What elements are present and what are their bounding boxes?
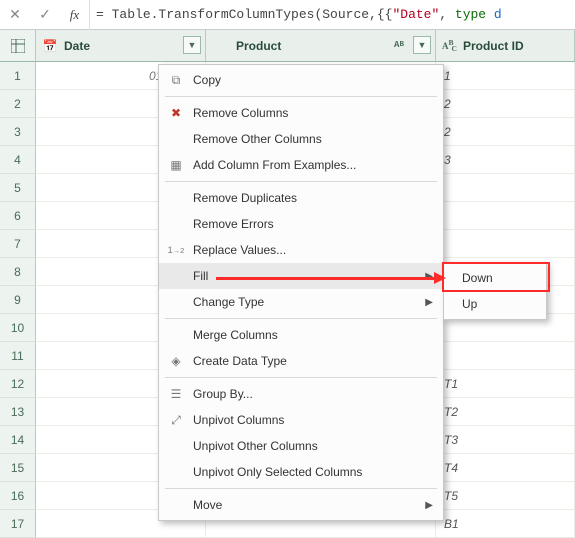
formula-bar: ✕ ✓ fx = Table.TransformColumnTypes(Sour… xyxy=(0,0,575,30)
submenu-arrow-icon: ▶ xyxy=(425,297,433,308)
row-header[interactable]: 12 xyxy=(0,370,36,398)
menu-unpivot-other-columns[interactable]: Unpivot Other Columns xyxy=(159,433,443,459)
text-type-icon: ABC xyxy=(442,38,459,54)
column-header-product[interactable]: AB Product ▼ xyxy=(206,30,436,61)
replace-icon: 1→2 xyxy=(167,241,185,259)
cell-product-id[interactable] xyxy=(436,174,575,201)
menu-fill[interactable]: Fill ▶ xyxy=(159,263,443,289)
column-filter-dropdown[interactable]: ▼ xyxy=(183,36,201,54)
menu-remove-errors[interactable]: Remove Errors xyxy=(159,211,443,237)
fill-submenu: Down Up xyxy=(443,262,547,320)
column-label: Product ID xyxy=(463,39,524,53)
row-header[interactable]: 13 xyxy=(0,398,36,426)
column-label: Date xyxy=(64,39,90,53)
cell-product-id[interactable]: T4 xyxy=(436,454,575,481)
column-filter-dropdown[interactable]: ▼ xyxy=(413,36,431,54)
menu-replace-values[interactable]: 1→2 Replace Values... xyxy=(159,237,443,263)
row-header[interactable]: 5 xyxy=(0,174,36,202)
calendar-icon: 📅 xyxy=(42,38,58,54)
submenu-down[interactable]: Down xyxy=(444,265,546,291)
cell-product-id[interactable] xyxy=(436,342,575,369)
menu-add-column-from-examples[interactable]: ▦ Add Column From Examples... xyxy=(159,152,443,178)
menu-move[interactable]: Move ▶ xyxy=(159,492,443,518)
annotation-arrow xyxy=(216,277,444,280)
cell-product-id[interactable] xyxy=(436,202,575,229)
row-header[interactable]: 1 xyxy=(0,62,36,90)
menu-separator xyxy=(165,488,437,489)
row-header[interactable]: 14 xyxy=(0,426,36,454)
row-header[interactable]: 8 xyxy=(0,258,36,286)
row-header[interactable]: 16 xyxy=(0,482,36,510)
add-column-icon: ▦ xyxy=(167,156,185,174)
row-header[interactable]: 2 xyxy=(0,90,36,118)
cell-product-id[interactable]: 2 xyxy=(436,90,575,117)
menu-merge-columns[interactable]: Merge Columns xyxy=(159,322,443,348)
cancel-icon[interactable]: ✕ xyxy=(0,0,30,30)
menu-unpivot-columns[interactable]: ⤢ Unpivot Columns xyxy=(159,407,443,433)
row-header[interactable]: 4 xyxy=(0,146,36,174)
commit-icon[interactable]: ✓ xyxy=(30,0,60,30)
column-header-date[interactable]: 📅 Date ▼ xyxy=(36,30,206,61)
row-header[interactable]: 11 xyxy=(0,342,36,370)
row-header[interactable]: 3 xyxy=(0,118,36,146)
menu-copy[interactable]: ⧉ Copy xyxy=(159,67,443,93)
group-icon: ☰ xyxy=(167,385,185,403)
menu-create-data-type[interactable]: ◈ Create Data Type xyxy=(159,348,443,374)
menu-group-by[interactable]: ☰ Group By... xyxy=(159,381,443,407)
menu-remove-duplicates[interactable]: Remove Duplicates xyxy=(159,185,443,211)
remove-icon: ✖ xyxy=(167,104,185,122)
column-context-menu: ⧉ Copy ✖ Remove Columns Remove Other Col… xyxy=(158,64,444,521)
row-header[interactable]: 15 xyxy=(0,454,36,482)
submenu-up[interactable]: Up xyxy=(444,291,546,317)
row-header[interactable]: 7 xyxy=(0,230,36,258)
row-header[interactable]: 6 xyxy=(0,202,36,230)
row-header[interactable]: 17 xyxy=(0,510,36,538)
menu-separator xyxy=(165,181,437,182)
unpivot-icon: ⤢ xyxy=(167,411,185,429)
fx-label[interactable]: fx xyxy=(60,0,90,30)
cell-product-id[interactable]: 1 xyxy=(436,62,575,89)
cell-product-id[interactable]: T3 xyxy=(436,426,575,453)
column-label: Product xyxy=(236,39,281,53)
menu-unpivot-selected-columns[interactable]: Unpivot Only Selected Columns xyxy=(159,459,443,485)
table-icon[interactable] xyxy=(0,30,36,61)
menu-separator xyxy=(165,96,437,97)
menu-remove-other-columns[interactable]: Remove Other Columns xyxy=(159,126,443,152)
column-header-product-id[interactable]: ABC Product ID xyxy=(436,30,575,61)
column-header-row: 📅 Date ▼ AB Product ▼ ABC Product ID xyxy=(0,30,575,62)
menu-separator xyxy=(165,377,437,378)
cell-product-id[interactable] xyxy=(436,230,575,257)
formula-input[interactable]: = Table.TransformColumnTypes(Source,{{"D… xyxy=(96,7,575,22)
row-header[interactable]: 10 xyxy=(0,314,36,342)
menu-change-type[interactable]: Change Type ▶ xyxy=(159,289,443,315)
text-type-icon: AB xyxy=(389,36,409,54)
datatype-icon: ◈ xyxy=(167,352,185,370)
cell-product-id[interactable]: 3 xyxy=(436,146,575,173)
submenu-arrow-icon: ▶ xyxy=(425,500,433,511)
cell-product-id[interactable]: T2 xyxy=(436,398,575,425)
menu-separator xyxy=(165,318,437,319)
cell-product-id[interactable]: 2 xyxy=(436,118,575,145)
copy-icon: ⧉ xyxy=(167,71,185,89)
cell-product-id[interactable]: T1 xyxy=(436,370,575,397)
cell-product-id[interactable]: T5 xyxy=(436,482,575,509)
menu-remove-columns[interactable]: ✖ Remove Columns xyxy=(159,100,443,126)
row-header[interactable]: 9 xyxy=(0,286,36,314)
